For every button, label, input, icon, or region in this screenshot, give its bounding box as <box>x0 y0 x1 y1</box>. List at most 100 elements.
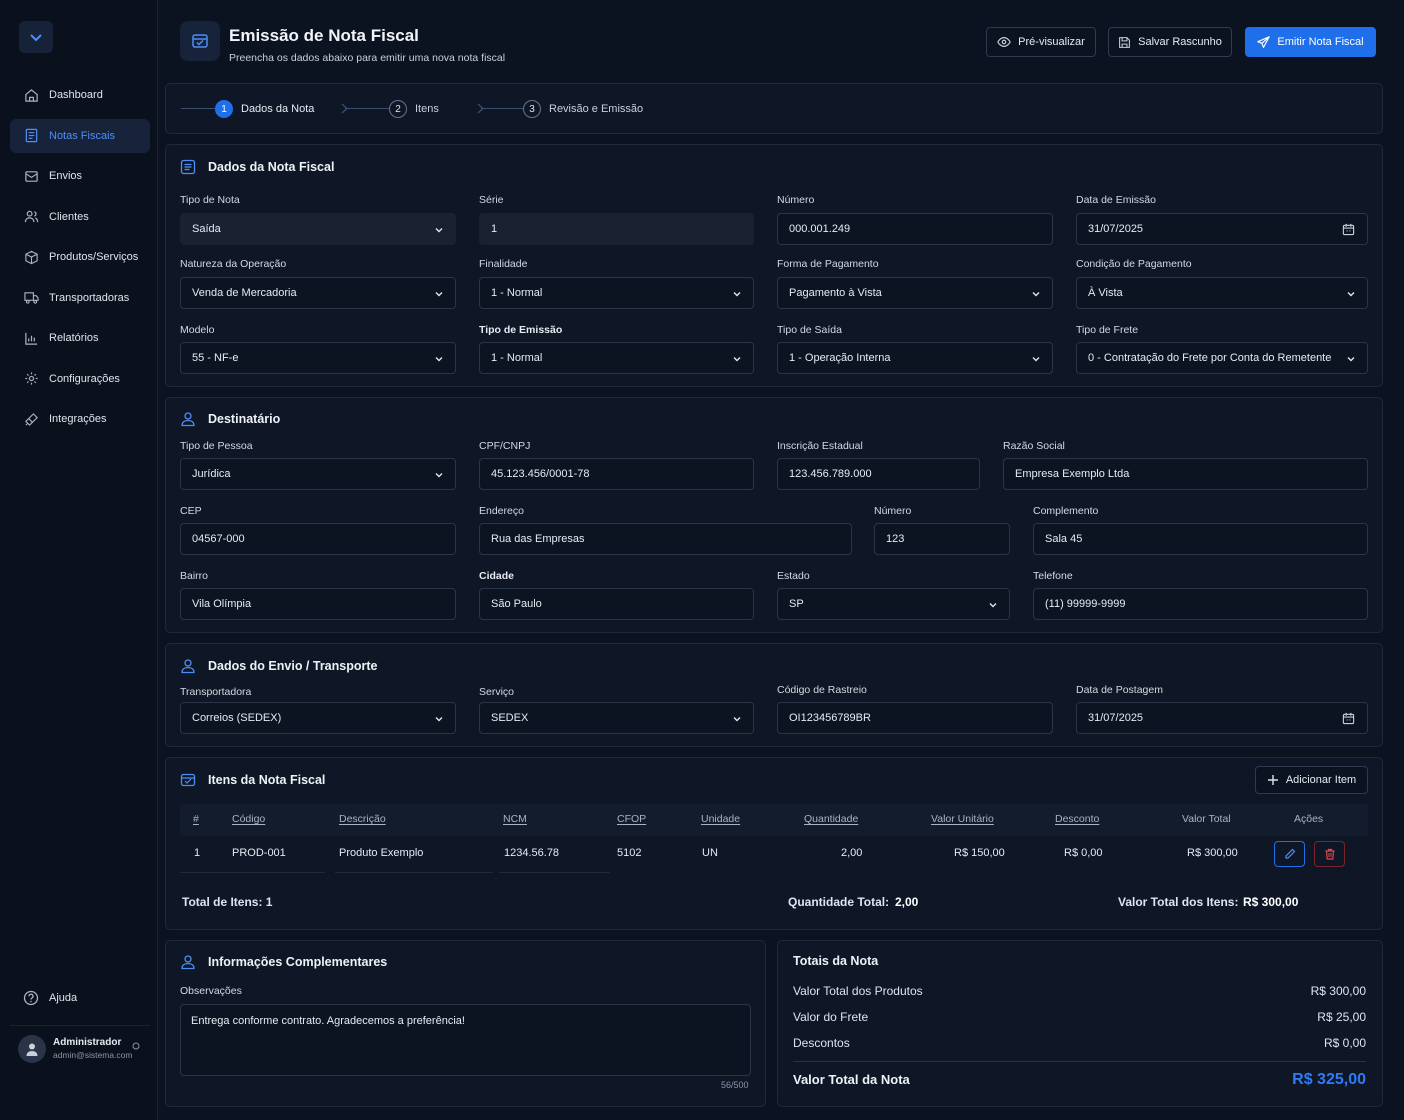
home-icon <box>23 87 39 103</box>
sidebar-item-clientes[interactable]: Clientes <box>10 200 150 234</box>
col-desconto[interactable]: Desconto <box>1055 813 1099 825</box>
preview-button[interactable]: Pré-visualizar <box>986 27 1096 57</box>
users-icon <box>23 209 39 225</box>
tipo-nota-select[interactable]: Saída <box>180 213 456 245</box>
col-descricao[interactable]: Descrição <box>339 813 386 825</box>
step-itens[interactable]: 2 Itens <box>389 100 439 118</box>
cpf-cnpj-input[interactable]: 45.123.456/0001-78 <box>479 458 754 490</box>
numero-input[interactable]: 000.001.249 <box>777 213 1053 245</box>
finalidade-label: Finalidade <box>479 258 528 270</box>
telefone-input[interactable]: (11) 99999-9999 <box>1033 588 1368 620</box>
rastreio-value: OI123456789BR <box>789 712 871 724</box>
step-label: Dados da Nota <box>241 103 315 115</box>
sidebar-item-label: Configurações <box>49 372 120 385</box>
tipo-saida-label: Tipo de Saída <box>777 324 842 336</box>
sidebar-item-integracoes[interactable]: Integrações <box>10 402 150 436</box>
col-valor-unitario[interactable]: Valor Unitário <box>931 813 994 825</box>
telefone-label: Telefone <box>1033 570 1073 582</box>
col-ncm[interactable]: NCM <box>503 813 527 825</box>
sidebar-item-notas-fiscais[interactable]: Notas Fiscais <box>10 118 150 153</box>
sidebar-item-dashboard[interactable]: Dashboard <box>10 78 150 112</box>
tipo-pessoa-select[interactable]: Jurídica <box>180 458 456 490</box>
tipo-emissao-select[interactable]: 1 - Normal <box>479 342 754 374</box>
sidebar-item-label: Integrações <box>49 413 107 425</box>
numero-label: Número <box>777 194 815 206</box>
calendar-icon[interactable] <box>1342 712 1355 725</box>
col-codigo[interactable]: Código <box>232 813 265 825</box>
numero-endereco-input[interactable]: 123 <box>874 523 1010 555</box>
cep-input[interactable]: 04567-000 <box>180 523 456 555</box>
save-draft-button[interactable]: Salvar Rascunho <box>1108 27 1232 57</box>
forma-pagamento-select[interactable]: Pagamento à Vista <box>777 277 1053 309</box>
modelo-select[interactable]: 55 - NF-e <box>180 342 456 374</box>
tipo-frete-value: 0 - Contratação do Frete por Conta do Re… <box>1088 352 1332 364</box>
emit-invoice-button[interactable]: Emitir Nota Fiscal <box>1245 27 1376 57</box>
chevron-down-icon <box>1032 357 1040 362</box>
tipo-saida-value: 1 - Operação Interna <box>789 352 891 364</box>
data-emissao-input[interactable]: 31/07/2025 <box>1076 213 1368 245</box>
natureza-select[interactable]: Venda de Mercadoria <box>180 277 456 309</box>
total-produtos-value: R$ 300,00 <box>1310 984 1366 998</box>
step-revisao[interactable]: 3 Revisão e Emissão <box>523 100 643 118</box>
col-unidade[interactable]: Unidade <box>701 813 740 825</box>
cidade-input[interactable]: São Paulo <box>479 588 754 620</box>
complemento-value: Sala 45 <box>1045 533 1083 545</box>
calendar-icon[interactable] <box>1342 223 1355 236</box>
add-item-button[interactable]: Adicionar Item <box>1255 766 1368 794</box>
package-icon <box>180 772 196 788</box>
add-item-label: Adicionar Item <box>1285 774 1357 786</box>
inscricao-input[interactable]: 123.456.789.000 <box>777 458 980 490</box>
complemento-label: Complemento <box>1033 505 1099 517</box>
chevron-down-icon <box>733 357 741 362</box>
tipo-frete-select[interactable]: 0 - Contratação do Frete por Conta do Re… <box>1076 342 1368 374</box>
collapse-menu-button[interactable] <box>19 21 53 53</box>
postagem-input[interactable]: 31/07/2025 <box>1076 702 1368 734</box>
sidebar-item-produtos[interactable]: Produtos/Serviços <box>10 240 150 274</box>
rastreio-input[interactable]: OI123456789BR <box>777 702 1053 734</box>
help-link[interactable]: Ajuda <box>23 990 77 1006</box>
condicao-pagamento-label: Condição de Pagamento <box>1076 258 1192 270</box>
complementares-title: Informações Complementares <box>180 954 387 970</box>
col-quantidade[interactable]: Quantidade <box>804 813 858 825</box>
step-dados-da-nota[interactable]: 1 Dados da Nota <box>215 100 314 118</box>
servico-label: Serviço <box>479 686 515 698</box>
valor-total-row: Valor Total da Nota R$ 325,00 <box>793 1071 1366 1088</box>
valor-total-itens-label: Valor Total dos Itens: <box>1118 895 1239 909</box>
sidebar-item-configuracoes[interactable]: Configurações <box>10 362 150 396</box>
sidebar-item-envios[interactable]: Envios <box>10 159 150 193</box>
finalidade-select[interactable]: 1 - Normal <box>479 277 754 309</box>
estado-select[interactable]: SP <box>777 588 1010 620</box>
serie-value: 1 <box>491 223 498 235</box>
cidade-value: São Paulo <box>491 598 542 610</box>
razao-input[interactable]: Empresa Exemplo Ltda <box>1003 458 1368 490</box>
data-emissao-label: Data de Emissão <box>1076 194 1156 206</box>
sidebar-item-relatorios[interactable]: Relatórios <box>10 321 150 355</box>
frete-value: R$ 25,00 <box>1317 1010 1366 1024</box>
col-cfop[interactable]: CFOP <box>617 813 646 825</box>
section-title: Itens da Nota Fiscal <box>208 773 326 787</box>
rastreio-label: Código de Rastreio <box>777 684 867 696</box>
condicao-pagamento-select[interactable]: À Vista <box>1076 277 1368 309</box>
sidebar-item-transportadoras[interactable]: Transportadoras <box>10 281 150 315</box>
edit-item-button[interactable] <box>1274 841 1305 867</box>
bairro-input[interactable]: Vila Olímpia <box>180 588 456 620</box>
sidebar-nav: Dashboard Notas Fiscais Envios Clientes … <box>10 78 150 443</box>
col-valor-total: Valor Total <box>1182 813 1231 825</box>
destinatario-title: Destinatário <box>180 411 280 427</box>
serie-input[interactable]: 1 <box>479 213 754 245</box>
servico-select[interactable]: SEDEX <box>479 702 754 734</box>
section-title: Dados da Nota Fiscal <box>208 160 335 174</box>
cell-ncm: 1234.56.78 <box>504 847 560 859</box>
transportadora-value: Correios (SEDEX) <box>192 712 282 724</box>
col-index[interactable]: # <box>193 813 199 825</box>
delete-item-button[interactable] <box>1314 841 1345 867</box>
complemento-input[interactable]: Sala 45 <box>1033 523 1368 555</box>
user-menu[interactable]: Administrador admin@sistema.com <box>10 1025 150 1071</box>
endereco-input[interactable]: Rua das Empresas <box>479 523 852 555</box>
transportadora-select[interactable]: Correios (SEDEX) <box>180 702 456 734</box>
descontos-row: Descontos R$ 0,00 <box>793 1036 1366 1050</box>
observacoes-textarea[interactable]: Entrega conforme contrato. Agradecemos a… <box>180 1004 751 1076</box>
chevron-down-icon <box>1347 357 1355 362</box>
tipo-saida-select[interactable]: 1 - Operação Interna <box>777 342 1053 374</box>
telefone-value: (11) 99999-9999 <box>1045 598 1126 610</box>
